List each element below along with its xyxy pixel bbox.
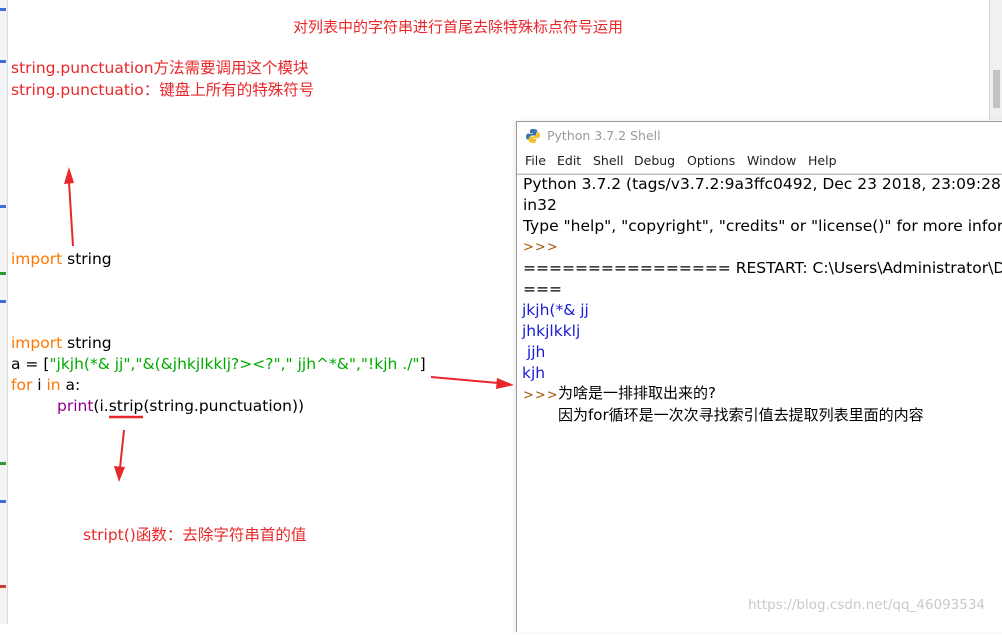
arrow-right-icon [430,376,514,389]
arrow-down-icon [114,429,125,482]
annotation-overlay [64,167,514,482]
arrow-up-icon [64,167,74,247]
